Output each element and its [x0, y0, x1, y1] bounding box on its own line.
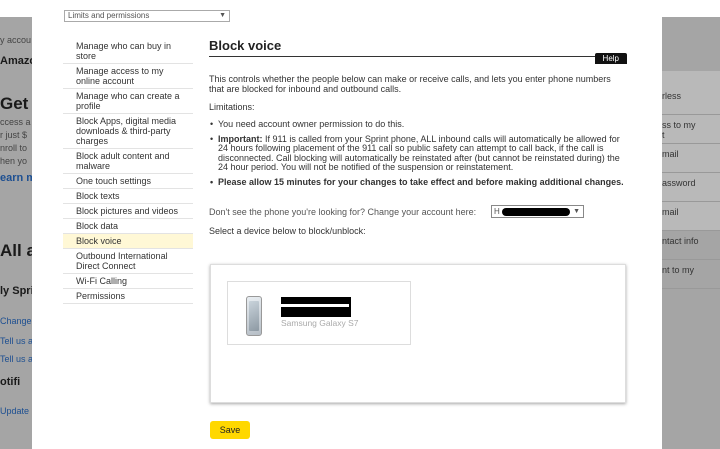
save-button[interactable]: Save: [210, 421, 250, 439]
background-menu-text: rless: [662, 85, 720, 115]
sidebar-item-permissions[interactable]: Permissions: [63, 289, 193, 304]
background-menu-text: ntact info: [662, 230, 720, 260]
background-text: y accou: [0, 35, 32, 45]
device-model: Samsung Galaxy S7: [281, 318, 359, 328]
background-text: Tell us a: [0, 354, 34, 364]
limitations-list: You need account owner permission to do …: [209, 119, 627, 188]
account-change-row: Don't see the phone you're looking for? …: [209, 205, 627, 220]
sidebar-item-block-adult-content-and-malware[interactable]: Block adult content and malware: [63, 149, 193, 174]
background-text: hen yo: [0, 156, 28, 166]
limitation-important-label: Important:: [218, 133, 263, 144]
background-menu-text: mail: [662, 201, 720, 231]
background-text: All a: [0, 241, 36, 260]
settings-side-nav: Manage who can buy in store Manage access…: [63, 39, 193, 304]
background-left-column: y accou Amazon Get Access ar just $ nroll t…: [0, 35, 45, 449]
limitation-item: Please allow 15 minutes for your changes…: [210, 176, 627, 188]
background-menu-text: assword: [662, 172, 720, 202]
sidebar-item-wi-fi-calling[interactable]: Wi-Fi Calling: [63, 274, 193, 289]
redaction-mark: [502, 208, 570, 216]
device-card[interactable]: Samsung Galaxy S7: [227, 281, 411, 345]
device-list-panel: Samsung Galaxy S7: [210, 264, 626, 403]
sidebar-item-block-pictures-and-videos[interactable]: Block pictures and videos: [63, 204, 193, 219]
redaction-gap: [281, 304, 349, 307]
background-text: ly Spri: [0, 285, 34, 297]
sidebar-item-manage-access-to-my-online-account[interactable]: Manage access to my online account: [63, 64, 193, 89]
background-menu-text: mail: [662, 143, 720, 173]
help-button[interactable]: Help: [594, 53, 627, 64]
redaction-mark: [281, 297, 351, 317]
chevron-down-icon: ▼: [219, 12, 226, 19]
background-text: nroll to: [0, 143, 28, 153]
limitation-text: If 911 is called from your Sprint phone,…: [218, 133, 620, 172]
account-select-value: H: [494, 207, 500, 216]
page-title: Block voice: [209, 38, 627, 57]
settings-category-value: Limits and permissions: [68, 11, 150, 20]
main-content: Block voice Help This controls whether t…: [209, 38, 627, 439]
settings-category-select[interactable]: Limits and permissions ▼: [64, 10, 230, 22]
background-text: otifi: [0, 376, 21, 388]
sidebar-item-block-apps-digital-media-downloads-third-party-charges[interactable]: Block Apps, digital media downloads & th…: [63, 114, 193, 149]
select-device-label: Select a device below to block/unblock:: [209, 226, 366, 236]
limitation-item: Important: If 911 is called from your Sp…: [210, 133, 627, 173]
background-text: r just $: [0, 130, 28, 140]
background-text: earn m: [0, 172, 37, 184]
account-select[interactable]: H ▼: [491, 205, 584, 218]
background-menu-text: ss to my t: [662, 114, 720, 144]
limitation-text: Please allow 15 minutes for your changes…: [218, 176, 624, 187]
phone-icon: [246, 296, 262, 336]
limitations-heading: Limitations:: [209, 102, 255, 112]
background-text: Update: [0, 406, 30, 416]
sidebar-item-one-touch-settings[interactable]: One touch settings: [63, 174, 193, 189]
page-description: This controls whether the people below c…: [209, 74, 611, 94]
limitation-item: You need account owner permission to do …: [210, 119, 627, 130]
background-text: ccess a: [0, 117, 31, 127]
sidebar-item-manage-who-can-buy-in-store[interactable]: Manage who can buy in store: [63, 39, 193, 64]
sidebar-item-block-data[interactable]: Block data: [63, 219, 193, 234]
background-menu-text: nt to my: [662, 259, 720, 289]
background-text: Change: [0, 316, 32, 326]
chevron-down-icon: ▼: [573, 208, 580, 215]
limitation-text: You need account owner permission to do …: [218, 119, 405, 129]
sidebar-item-manage-who-can-create-a-profile[interactable]: Manage who can create a profile: [63, 89, 193, 114]
block-voice-modal: Limits and permissions ▼ Manage who can …: [32, 10, 662, 449]
sidebar-item-block-texts[interactable]: Block texts: [63, 189, 193, 204]
background-text: Tell us a: [0, 336, 34, 346]
account-prompt: Don't see the phone you're looking for? …: [209, 207, 477, 217]
sidebar-item-block-voice[interactable]: Block voice: [63, 234, 193, 249]
sidebar-item-outbound-international-direct-connect[interactable]: Outbound International Direct Connect: [63, 249, 193, 274]
